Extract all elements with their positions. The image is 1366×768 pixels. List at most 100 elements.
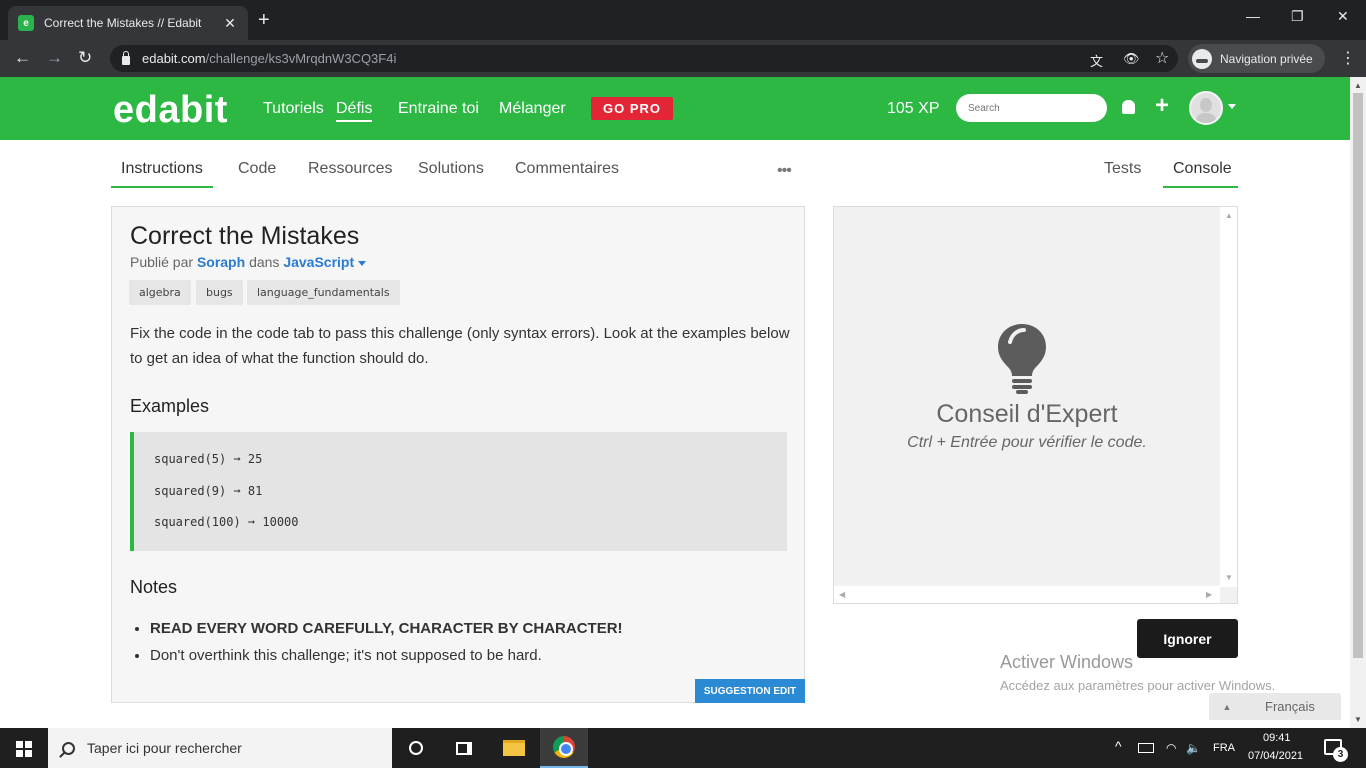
page-scroll-down-icon[interactable]: ▼ — [1354, 715, 1362, 724]
restore-button[interactable]: ❐ — [1291, 8, 1304, 25]
tab-code[interactable]: Code — [238, 160, 276, 178]
close-window-button[interactable]: ✕ — [1337, 8, 1349, 25]
go-pro-button[interactable]: GO PRO — [591, 97, 673, 120]
scroll-left-icon[interactable]: ◀ — [839, 590, 845, 599]
page-scrollbar[interactable]: ▲ ▼ — [1350, 77, 1366, 728]
scroll-right-icon[interactable]: ▶ — [1206, 590, 1212, 599]
suggestion-edit-button[interactable]: SUGGESTION EDIT — [695, 679, 805, 703]
tab-instructions-underline — [111, 186, 213, 188]
tip-title: Conseil d'Expert — [936, 400, 1118, 428]
chevron-up-icon[interactable]: ▲ — [1209, 702, 1245, 712]
chrome-taskbar-button[interactable] — [540, 728, 588, 768]
minimize-button[interactable]: — — [1246, 8, 1260, 24]
new-tab-button[interactable]: + — [258, 10, 270, 30]
avatar[interactable] — [1189, 91, 1223, 125]
scroll-up-icon[interactable]: ▲ — [1225, 211, 1233, 220]
tray-expand-icon[interactable]: ^ — [1115, 738, 1122, 754]
search-icon — [62, 741, 75, 755]
incognito-label: Navigation privée — [1220, 51, 1313, 66]
activate-windows-title: Activer Windows — [1000, 652, 1134, 672]
activate-windows-subtitle: Accédez aux paramètres pour activer Wind… — [1000, 678, 1276, 693]
address-bar-row: ← → ↻ edabit.com/challenge/ks3vMrqdnW3CQ… — [0, 40, 1366, 77]
in-label: dans — [249, 254, 280, 270]
tab-console-underline — [1163, 186, 1238, 188]
url-path: /challenge/ks3vMrqdnW3CQ3F4i — [205, 51, 397, 66]
more-options-icon[interactable]: ••• — [777, 162, 792, 180]
examples-code-block: squared(5) ➞ 25 squared(9) ➞ 81 squared(… — [130, 432, 787, 551]
cortana-button[interactable] — [392, 728, 440, 768]
taskbar-search-placeholder: Taper ici pour rechercher — [87, 740, 242, 756]
clock-date[interactable]: 07/04/2021 — [1248, 750, 1303, 762]
task-view-button[interactable] — [440, 728, 488, 768]
windows-taskbar: Taper ici pour rechercher ^ ◠ 🔈 FRA 09:4… — [0, 728, 1366, 768]
incognito-icon — [1192, 48, 1212, 69]
bell-icon[interactable] — [1122, 100, 1135, 114]
windows-start-icon[interactable] — [16, 741, 32, 757]
create-plus-icon[interactable]: + — [1155, 92, 1169, 120]
tag-language-fundamentals[interactable]: language_fundamentals — [247, 280, 400, 305]
forward-button[interactable]: → — [46, 48, 63, 68]
clock-time[interactable]: 09:41 — [1263, 732, 1291, 744]
battery-icon[interactable] — [1138, 743, 1154, 753]
tag-bugs[interactable]: bugs — [196, 280, 243, 305]
example-line: squared(9) ➞ 81 — [154, 484, 263, 498]
ignore-button[interactable]: Ignorer — [1137, 619, 1238, 658]
translate-icon[interactable]: ⽂ — [1090, 51, 1103, 70]
language-selector[interactable]: ▲ Français — [1209, 693, 1341, 720]
nav-melanger[interactable]: Mélanger — [499, 100, 566, 118]
byline: Publié par Soraph dans JavaScript — [130, 254, 367, 270]
language-link[interactable]: JavaScript — [283, 254, 354, 270]
reload-button[interactable]: ↻ — [78, 48, 92, 68]
site-header: edabit Tutoriels Défis Entraine toi Méla… — [0, 77, 1350, 140]
tab-commentaires[interactable]: Commentaires — [515, 160, 619, 178]
browser-tab[interactable]: e Correct the Mistakes // Edabit ✕ — [8, 6, 248, 40]
tab-solutions[interactable]: Solutions — [418, 160, 484, 178]
edabit-logo[interactable]: edabit — [113, 89, 228, 132]
nav-tutoriels[interactable]: Tutoriels — [263, 100, 324, 118]
scroll-down-icon[interactable]: ▼ — [1225, 573, 1233, 582]
chevron-down-icon[interactable] — [1228, 104, 1236, 109]
nav-entraine-toi[interactable]: Entraine toi — [398, 100, 479, 118]
console-vertical-scrollbar[interactable]: ▲ ▼ — [1220, 207, 1237, 587]
tab-tests[interactable]: Tests — [1104, 160, 1141, 178]
language-label: Français — [1265, 699, 1315, 714]
url-bar[interactable]: edabit.com/challenge/ks3vMrqdnW3CQ3F4i ⽂… — [110, 45, 1178, 72]
nav-defis[interactable]: Défis — [336, 100, 373, 122]
tab-title: Correct the Mistakes // Edabit — [44, 16, 202, 30]
taskbar-search-box[interactable]: Taper ici pour rechercher — [48, 728, 392, 768]
lock-icon[interactable] — [122, 50, 130, 65]
notes-heading: Notes — [130, 577, 178, 597]
tab-close-icon[interactable]: ✕ — [222, 15, 238, 32]
language-chevron-down-icon[interactable] — [358, 260, 367, 266]
challenge-description: Fix the code in the code tab to pass thi… — [130, 325, 790, 367]
page-scrollbar-thumb[interactable] — [1353, 93, 1363, 658]
folder-icon — [503, 740, 525, 756]
file-explorer-button[interactable] — [490, 728, 538, 768]
list-item: Don't overthink this challenge; it's not… — [150, 647, 790, 664]
task-view-icon — [456, 741, 472, 755]
url-host: edabit.com — [142, 51, 206, 66]
tag-algebra[interactable]: algebra — [129, 280, 191, 305]
back-button[interactable]: ← — [14, 48, 31, 68]
browser-menu-icon[interactable]: ⋮ — [1340, 48, 1356, 68]
instructions-panel: Correct the Mistakes Publié par Soraph d… — [111, 206, 805, 703]
tab-instructions[interactable]: Instructions — [121, 160, 203, 178]
lightbulb-icon — [998, 324, 1046, 394]
examples-heading: Examples — [130, 396, 210, 416]
author-link[interactable]: Soraph — [197, 254, 245, 270]
console-panel: Conseil d'Expert Ctrl + Entrée pour véri… — [833, 206, 1238, 604]
speaker-icon[interactable]: 🔈 — [1186, 741, 1201, 755]
input-language[interactable]: FRA — [1213, 742, 1235, 754]
page-scroll-up-icon[interactable]: ▲ — [1354, 81, 1362, 90]
list-item: READ EVERY WORD CAREFULLY, CHARACTER BY … — [150, 620, 790, 637]
search-input[interactable] — [956, 94, 1107, 122]
tab-console[interactable]: Console — [1173, 160, 1232, 178]
wifi-icon[interactable]: ◠ — [1166, 741, 1176, 755]
eye-off-icon[interactable]: 👁 — [1123, 51, 1140, 67]
console-horizontal-scrollbar[interactable]: ◀ ▶ — [834, 586, 1220, 603]
incognito-indicator[interactable]: Navigation privée — [1188, 44, 1325, 73]
star-icon[interactable]: ☆ — [1155, 48, 1169, 68]
published-by-label: Publié par — [130, 254, 194, 270]
example-line: squared(100) ➞ 10000 — [154, 515, 299, 529]
tab-ressources[interactable]: Ressources — [308, 160, 392, 178]
